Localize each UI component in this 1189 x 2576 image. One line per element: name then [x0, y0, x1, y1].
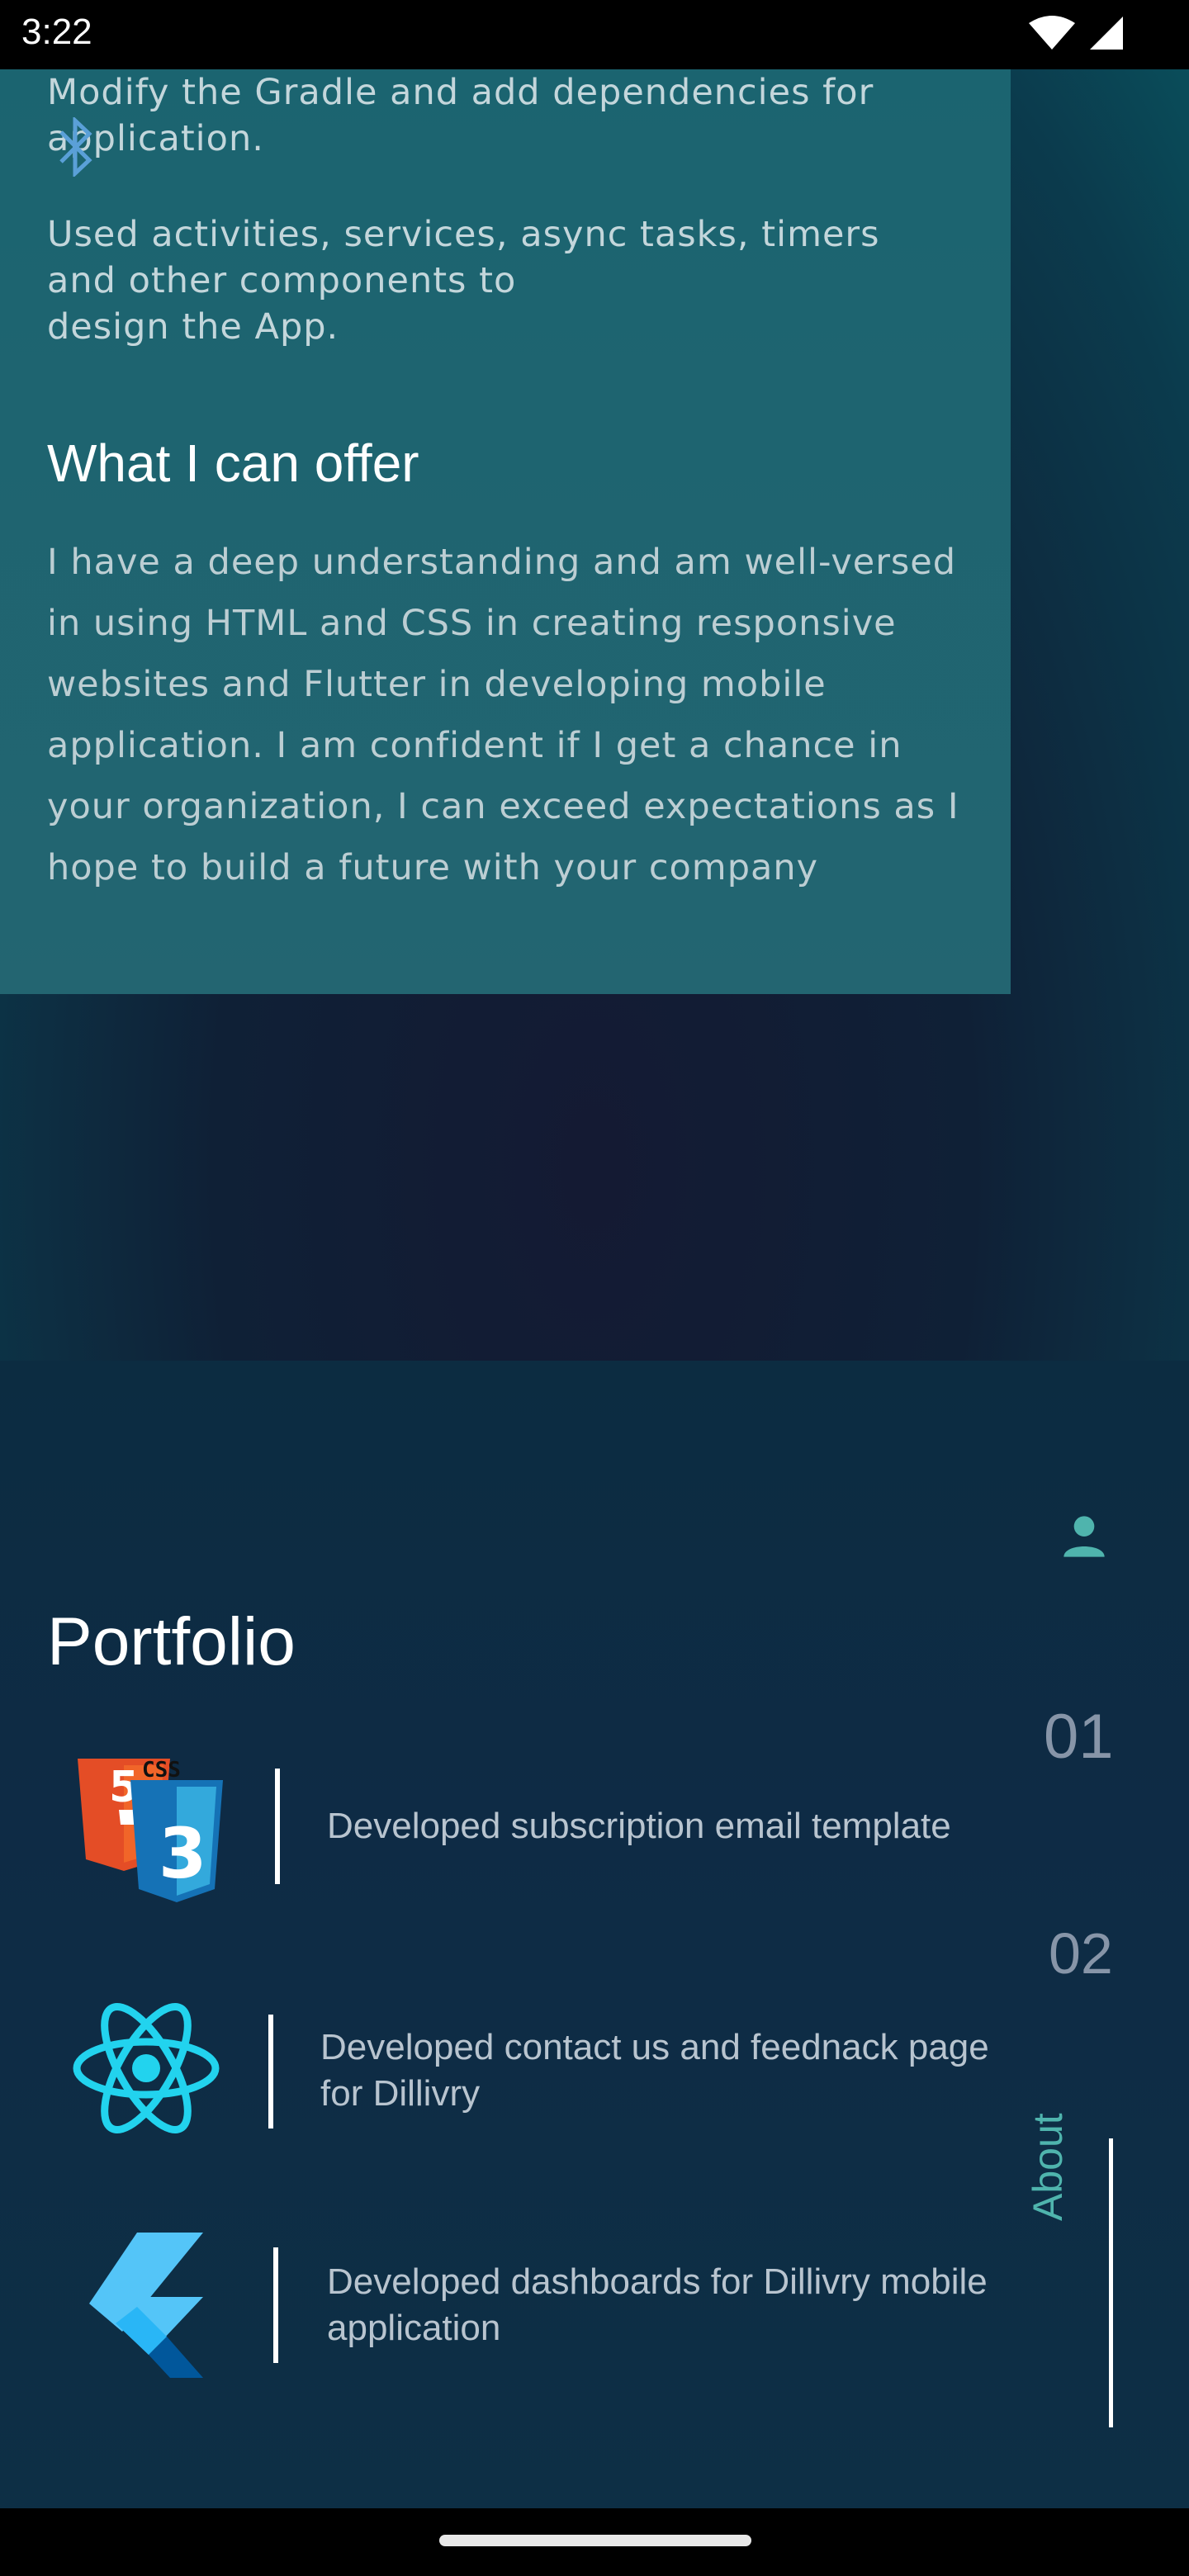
status-bar: 3:22 [0, 0, 1189, 69]
portfolio-item-text-2: Developed contact us and feednack page f… [320, 2027, 989, 2114]
flutter-icon[interactable] [89, 2233, 210, 2378]
home-gesture-handle[interactable] [439, 2535, 751, 2546]
person-icon[interactable] [1054, 1506, 1115, 1567]
react-icon[interactable] [69, 1998, 223, 2138]
cellular-signal-icon [1090, 17, 1123, 50]
status-icons [1027, 15, 1125, 51]
portfolio-item-divider-3 [273, 2247, 278, 2363]
portfolio-item-number-2: 02 [1049, 1921, 1113, 1986]
wifi-icon [1029, 16, 1075, 50]
html-css-icon[interactable]: 5 3 CSS [73, 1754, 225, 1907]
portfolio-title: Portfolio [47, 1604, 296, 1679]
svg-text:CSS: CSS [142, 1758, 181, 1783]
portfolio-item-text-3: Developed dashboards for Dillivry mobile… [327, 2261, 988, 2348]
experience-card: Modify the Gradle and add dependencies f… [0, 69, 1011, 994]
status-time: 3:22 [21, 12, 92, 52]
offer-body: I have a deep understanding and am well-… [47, 542, 959, 888]
navigation-bar [0, 2508, 1189, 2576]
experience-paragraph-2: Used activities, services, async tasks, … [47, 214, 880, 348]
portfolio-item-divider-1 [275, 1769, 280, 1884]
experience-paragraph-1: Modify the Gradle and add dependencies f… [47, 72, 874, 159]
about-tab-indicator [1109, 2138, 1113, 2427]
bluetooth-icon [59, 117, 92, 177]
portfolio-item-divider-2 [268, 2015, 273, 2129]
portfolio-item-number-1: 01 [1044, 1702, 1114, 1772]
offer-heading: What I can offer [47, 433, 419, 493]
svg-text:3: 3 [159, 1813, 206, 1894]
about-tab[interactable]: About [1024, 2056, 1090, 2221]
portfolio-item-text-1: Developed subscription email template [327, 1806, 951, 1846]
